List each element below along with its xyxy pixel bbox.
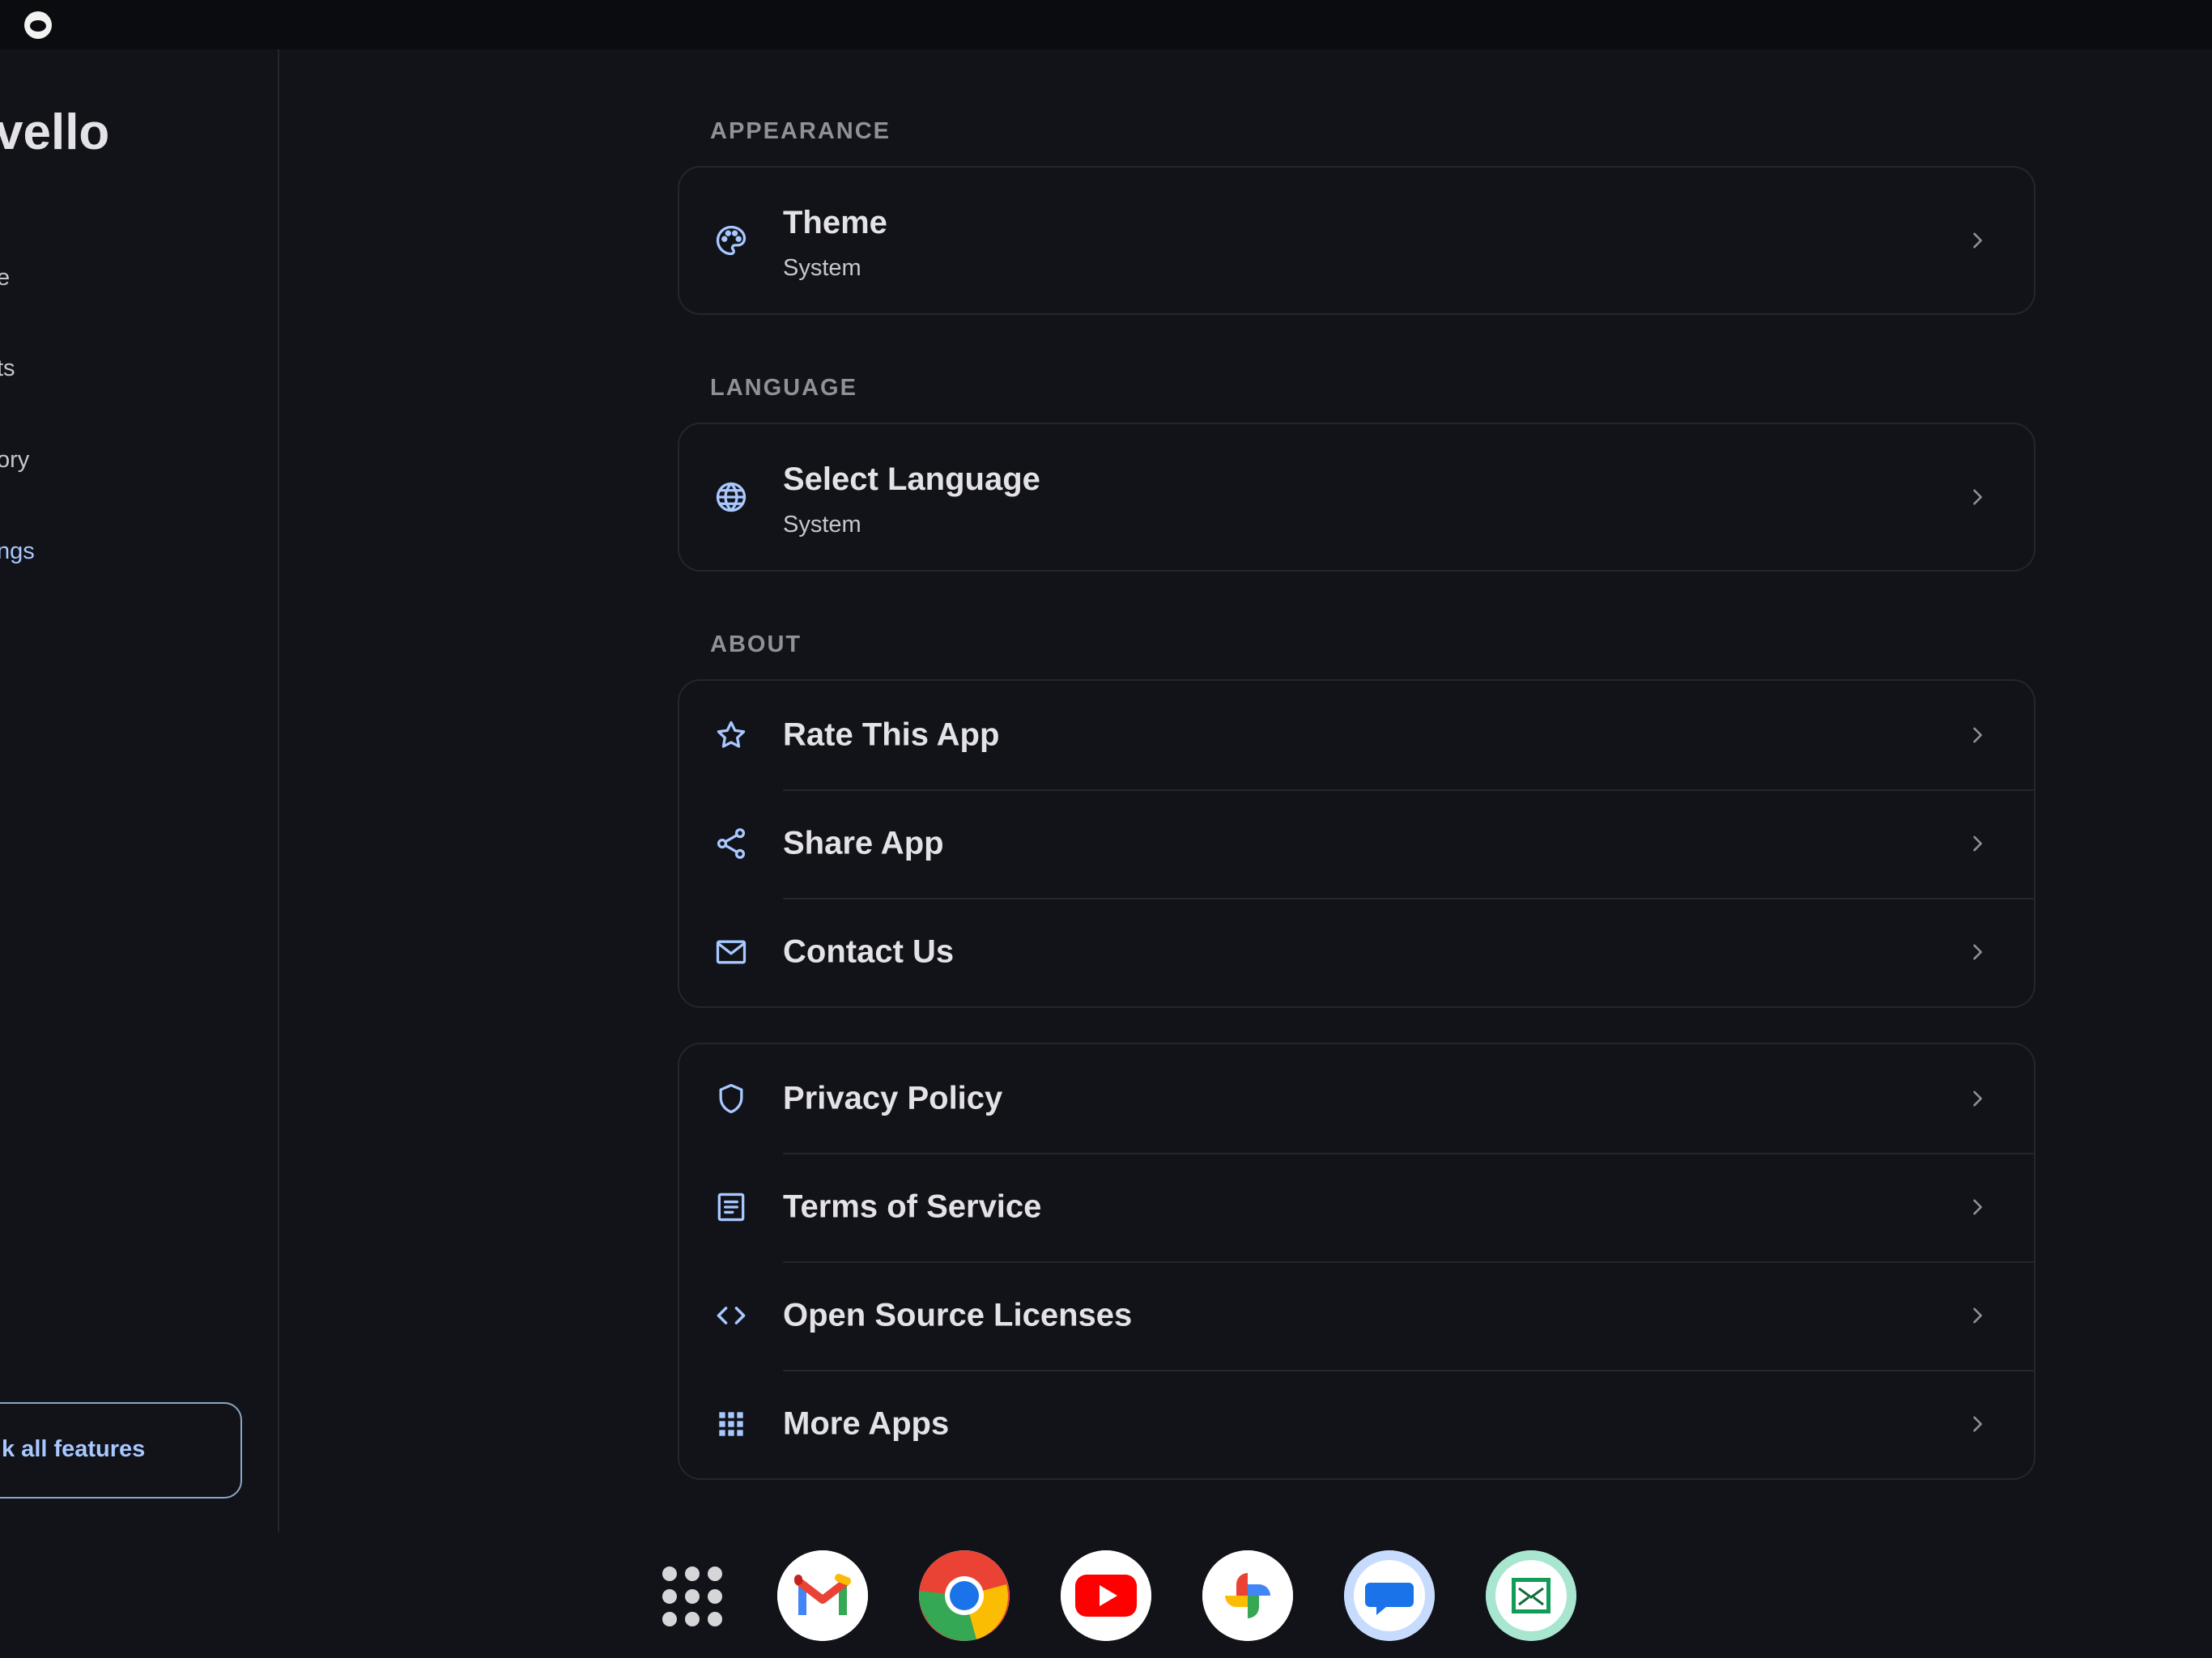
unlock-features-button[interactable]: k all features xyxy=(0,1402,242,1499)
chevron-right-icon xyxy=(1966,229,1989,252)
chevron-right-icon xyxy=(1966,1413,1989,1435)
globe-icon xyxy=(713,479,749,515)
share-app-label: Share App xyxy=(783,825,944,861)
sidebar-item-home[interactable]: e xyxy=(0,265,10,291)
chevron-right-icon xyxy=(1966,1196,1989,1218)
share-icon xyxy=(713,826,749,861)
select-language-row[interactable]: Select Language System xyxy=(679,424,2034,570)
chevron-right-icon xyxy=(1966,941,1989,963)
chrome-icon[interactable] xyxy=(919,1550,1010,1641)
grid-icon xyxy=(713,1406,749,1442)
sidebar-item-settings[interactable]: ngs xyxy=(0,538,35,565)
rate-app-label: Rate This App xyxy=(783,716,1000,753)
theme-value: System xyxy=(783,255,861,281)
section-title-appearance: APPEARANCE xyxy=(710,118,891,144)
chevron-right-icon xyxy=(1966,724,1989,746)
language-card: Select Language System xyxy=(678,423,2035,572)
shield-icon xyxy=(713,1081,749,1116)
terms-of-service-row[interactable]: Terms of Service xyxy=(679,1153,2034,1261)
share-app-row[interactable]: Share App xyxy=(679,789,2034,898)
privacy-policy-row[interactable]: Privacy Policy xyxy=(679,1044,2034,1153)
app-title: vello xyxy=(0,104,110,160)
language-value: System xyxy=(783,512,861,538)
photos-icon[interactable] xyxy=(1202,1550,1293,1641)
document-icon xyxy=(713,1189,749,1225)
youtube-icon[interactable] xyxy=(1061,1550,1151,1641)
about-card: Rate This App Share App Contact Us xyxy=(678,679,2035,1008)
contact-us-label: Contact Us xyxy=(783,933,955,970)
open-source-licenses-label: Open Source Licenses xyxy=(783,1297,1133,1333)
palette-icon xyxy=(713,223,749,258)
sidebar-item-reports[interactable]: ts xyxy=(0,355,15,382)
legal-card: Privacy Policy Terms of Service Open Sou… xyxy=(678,1043,2035,1480)
theme-row[interactable]: Theme System xyxy=(679,168,2034,313)
messages-icon[interactable] xyxy=(1344,1550,1435,1641)
classroom-icon[interactable] xyxy=(1486,1550,1576,1641)
section-title-language: LANGUAGE xyxy=(710,375,857,401)
theme-label: Theme xyxy=(783,205,887,240)
taskbar-dock xyxy=(0,1533,2212,1658)
chevron-right-icon xyxy=(1966,486,1989,508)
navigation-sidebar: vello e ts ory ngs k all features xyxy=(0,49,279,1533)
open-source-licenses-row[interactable]: Open Source Licenses xyxy=(679,1261,2034,1370)
more-apps-row[interactable]: More Apps xyxy=(679,1370,2034,1478)
mail-icon xyxy=(713,934,749,970)
appearance-card: Theme System xyxy=(678,166,2035,315)
section-title-about: ABOUT xyxy=(710,631,802,657)
rate-app-row[interactable]: Rate This App xyxy=(679,681,2034,789)
sidebar-item-history[interactable]: ory xyxy=(0,447,29,474)
privacy-policy-label: Privacy Policy xyxy=(783,1080,1003,1116)
launcher-icon[interactable] xyxy=(657,1562,727,1631)
star-icon xyxy=(713,717,749,753)
chevron-right-icon xyxy=(1966,832,1989,855)
terms-of-service-label: Terms of Service xyxy=(783,1188,1042,1225)
chevron-right-icon xyxy=(1966,1304,1989,1327)
code-icon xyxy=(713,1298,749,1333)
contact-us-row[interactable]: Contact Us xyxy=(679,898,2034,1006)
more-apps-label: More Apps xyxy=(783,1405,950,1442)
status-bar xyxy=(0,0,2212,49)
notification-app-icon xyxy=(24,11,52,39)
chevron-right-icon xyxy=(1966,1087,1989,1110)
select-language-label: Select Language xyxy=(783,461,1040,497)
unlock-features-label: k all features xyxy=(2,1436,146,1462)
gmail-icon[interactable] xyxy=(777,1550,868,1641)
